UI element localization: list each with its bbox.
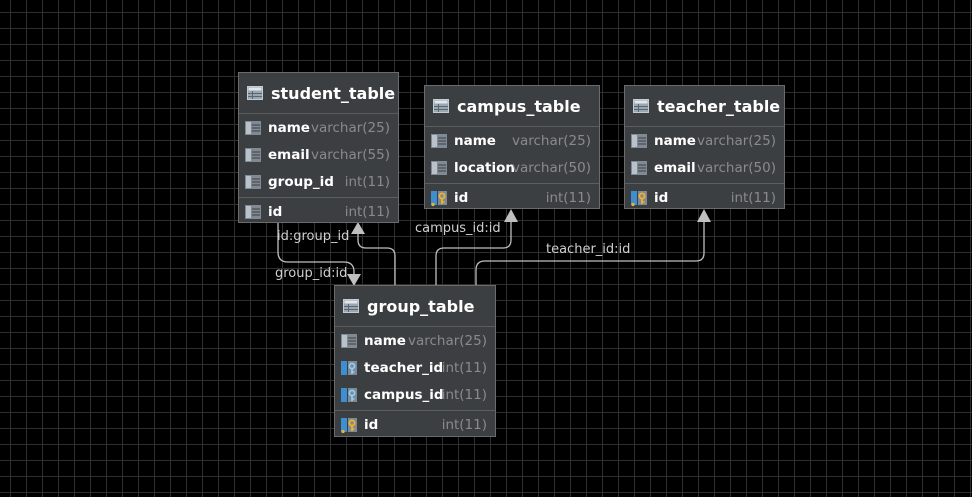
column-name: teacher_id — [364, 359, 444, 376]
column-icon — [430, 132, 448, 150]
key-row[interactable]: id int(11) — [425, 184, 599, 211]
primary-key-icon — [630, 189, 648, 207]
foreign-key-icon — [340, 359, 358, 377]
column-name: name — [454, 132, 496, 149]
column-row[interactable]: teacher_id int(11) — [335, 354, 495, 381]
table-header: group_table — [335, 286, 495, 327]
column-row[interactable]: email varchar(50) — [625, 154, 784, 181]
column-type: varchar(50) — [511, 159, 591, 176]
column-name: campus_id — [364, 386, 444, 403]
table-title: campus_table — [457, 96, 581, 116]
table-header: student_table — [239, 73, 398, 114]
table-icon — [433, 99, 449, 113]
column-name: email — [654, 159, 696, 176]
column-name: id — [454, 189, 469, 206]
column-name: group_id — [268, 173, 334, 190]
table-header: campus_table — [425, 86, 599, 127]
column-icon — [244, 146, 262, 164]
column-icon — [430, 159, 448, 177]
column-type: int(11) — [545, 189, 591, 206]
table-title: group_table — [367, 296, 475, 316]
column-name: id — [364, 416, 379, 433]
key-row[interactable]: id int(11) — [335, 411, 495, 438]
edge-group-to-student — [357, 232, 396, 285]
student-table-node[interactable]: student_table name varchar(25) email var… — [238, 72, 399, 223]
edge-label-group-campus: campus_id:id — [415, 221, 501, 236]
column-name: location — [454, 159, 515, 176]
column-icon — [630, 159, 648, 177]
column-type: varchar(25) — [696, 132, 776, 149]
column-icon — [244, 173, 262, 191]
table-icon — [633, 99, 649, 113]
column-row[interactable]: campus_id int(11) — [335, 381, 495, 408]
table-icon — [247, 86, 263, 100]
column-type: int(11) — [730, 189, 776, 206]
column-type: varchar(25) — [310, 119, 390, 136]
foreign-key-icon — [340, 386, 358, 404]
group-table-node[interactable]: group_table name varchar(25) teacher_id … — [334, 285, 496, 437]
column-type: varchar(25) — [407, 332, 487, 349]
column-row[interactable]: location varchar(50) — [425, 154, 599, 181]
edge-label-student-group: id:group_id — [277, 229, 350, 244]
column-name: name — [268, 119, 310, 136]
column-type: int(11) — [441, 386, 487, 403]
edge-label-group-student: group_id:id — [275, 266, 348, 281]
key-row[interactable]: id int(11) — [239, 198, 398, 225]
column-icon — [244, 203, 262, 221]
table-title: teacher_table — [657, 96, 781, 116]
column-name: id — [268, 203, 283, 220]
column-type: int(11) — [441, 416, 487, 433]
column-row[interactable]: name varchar(25) — [335, 327, 495, 354]
column-type: varchar(50) — [696, 159, 776, 176]
column-row[interactable]: name varchar(25) — [425, 127, 599, 154]
column-name: name — [364, 332, 406, 349]
column-icon — [340, 332, 358, 350]
table-title: student_table — [271, 83, 396, 103]
column-icon — [630, 132, 648, 150]
table-header: teacher_table — [625, 86, 784, 127]
column-name: name — [654, 132, 696, 149]
primary-key-icon — [430, 189, 448, 207]
column-row[interactable]: group_id int(11) — [239, 168, 398, 195]
key-row[interactable]: id int(11) — [625, 184, 784, 211]
column-name: email — [268, 146, 310, 163]
column-row[interactable]: name varchar(25) — [239, 114, 398, 141]
teacher-table-node[interactable]: teacher_table name varchar(25) email var… — [624, 85, 785, 209]
column-icon — [244, 119, 262, 137]
column-type: varchar(55) — [310, 146, 390, 163]
table-icon — [343, 299, 359, 313]
diagram-canvas: id:group_id group_id:id campus_id:id tea… — [0, 0, 972, 497]
column-row[interactable]: email varchar(55) — [239, 141, 398, 168]
column-type: int(11) — [344, 203, 390, 220]
primary-key-icon — [340, 416, 358, 434]
edge-label-group-teacher: teacher_id:id — [546, 242, 631, 257]
campus-table-node[interactable]: campus_table name varchar(25) location v… — [424, 85, 600, 209]
column-type: int(11) — [441, 359, 487, 376]
column-type: int(11) — [344, 173, 390, 190]
column-type: varchar(25) — [511, 132, 591, 149]
column-row[interactable]: name varchar(25) — [625, 127, 784, 154]
column-name: id — [654, 189, 669, 206]
